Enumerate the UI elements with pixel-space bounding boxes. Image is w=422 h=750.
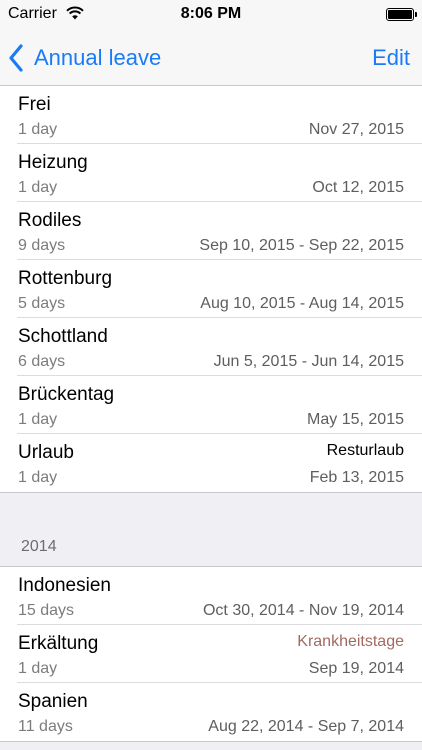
entry-date: Nov 27, 2015 <box>308 121 404 138</box>
entry-title: Schottland <box>18 326 108 347</box>
entry-date: Oct 30, 2014 - Nov 19, 2014 <box>202 602 404 619</box>
list-item[interactable]: Rottenburg 5 days Aug 10, 2015 - Aug 14,… <box>17 260 422 318</box>
list-item[interactable]: Schottland 6 days Jun 5, 2015 - Jun 14, … <box>17 318 422 376</box>
section-2015: Frei 1 day Nov 27, 2015 Heizung 1 day Oc… <box>0 86 422 493</box>
entry-date: Feb 13, 2015 <box>309 469 404 486</box>
list-item[interactable]: Frei 1 day Nov 27, 2015 <box>17 86 422 144</box>
entry-title: Urlaub <box>18 442 74 463</box>
entry-title: Heizung <box>18 152 88 173</box>
list-item[interactable]: Erkältung Krankheitstage 1 day Sep 19, 2… <box>17 625 422 683</box>
back-label: Annual leave <box>34 45 162 70</box>
entry-duration: 1 day <box>18 411 58 428</box>
navigation-bar: Annual leave Edit <box>0 30 422 86</box>
entry-duration: 15 days <box>18 602 75 619</box>
back-button[interactable]: Annual leave <box>8 38 161 78</box>
section-title: 2014 <box>21 538 57 555</box>
entry-duration: 5 days <box>18 295 66 312</box>
entry-duration: 9 days <box>18 237 66 254</box>
entry-category: Krankheitstage <box>297 633 404 650</box>
list-item[interactable]: Spanien 11 days Aug 22, 2014 - Sep 7, 20… <box>17 683 422 741</box>
status-bar: Carrier 8:06 PM <box>0 0 422 30</box>
entry-date: Aug 22, 2014 - Sep 7, 2014 <box>208 718 404 735</box>
entry-category: Resturlaub <box>326 442 404 459</box>
entry-date: Aug 10, 2015 - Aug 14, 2015 <box>200 295 404 312</box>
section-2014: Indonesien 15 days Oct 30, 2014 - Nov 19… <box>0 566 422 742</box>
list-item[interactable]: Urlaub Resturlaub 1 day Feb 13, 2015 <box>17 434 422 492</box>
list-item[interactable]: Rodiles 9 days Sep 10, 2015 - Sep 22, 20… <box>17 202 422 260</box>
entry-duration: 11 days <box>18 718 73 735</box>
entry-duration: 1 day <box>18 660 58 677</box>
entry-date: May 15, 2015 <box>307 411 404 428</box>
entry-date: Sep 19, 2014 <box>308 660 404 677</box>
entry-title: Erkältung <box>18 633 99 654</box>
entry-title: Spanien <box>18 691 88 712</box>
chevron-left-icon <box>9 44 23 72</box>
leave-list[interactable]: Frei 1 day Nov 27, 2015 Heizung 1 day Oc… <box>0 86 422 750</box>
list-item[interactable]: Indonesien 15 days Oct 30, 2014 - Nov 19… <box>17 567 422 625</box>
section-header: 2014 <box>0 493 422 566</box>
entry-title: Frei <box>18 94 51 115</box>
entry-date: Sep 10, 2015 - Sep 22, 2015 <box>199 237 404 254</box>
entry-title: Rodiles <box>18 210 82 231</box>
status-time: 8:06 PM <box>180 5 242 22</box>
entry-duration: 1 day <box>18 469 58 486</box>
entry-date: Oct 12, 2015 <box>312 179 404 196</box>
entry-title: Brückentag <box>18 384 115 405</box>
entry-duration: 1 day <box>18 179 58 196</box>
entry-duration: 6 days <box>18 353 66 370</box>
entry-date: Jun 5, 2015 - Jun 14, 2015 <box>213 353 404 370</box>
edit-button[interactable]: Edit <box>372 38 410 78</box>
list-item[interactable]: Brückentag 1 day May 15, 2015 <box>17 376 422 434</box>
entry-title: Indonesien <box>18 575 111 596</box>
battery-icon <box>386 8 417 21</box>
list-item[interactable]: Heizung 1 day Oct 12, 2015 <box>17 144 422 202</box>
entry-duration: 1 day <box>18 121 58 138</box>
entry-title: Rottenburg <box>18 268 113 289</box>
